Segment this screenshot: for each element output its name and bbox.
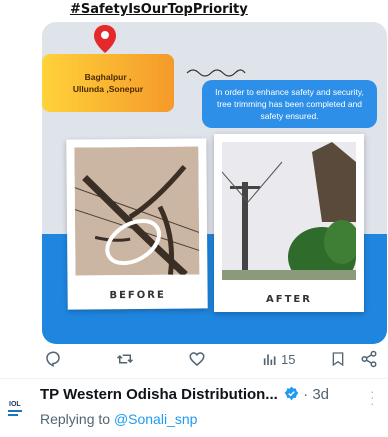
- views-count: 15: [281, 351, 296, 367]
- replying-to-line: Replying to @Sonali_snp: [40, 411, 197, 427]
- reply-icon: [46, 351, 60, 367]
- replying-to-label: Replying to: [40, 411, 111, 427]
- before-photo-image: [74, 146, 200, 276]
- reply-button[interactable]: [44, 347, 62, 371]
- views-chart-icon: [263, 354, 276, 365]
- bookmark-icon: [332, 352, 344, 367]
- time-separator: ·: [303, 386, 309, 403]
- more-options-icon[interactable]: · · ·: [370, 384, 375, 410]
- after-photo: AFTER: [214, 134, 364, 312]
- like-button[interactable]: [188, 347, 206, 371]
- reply-mention-link[interactable]: @Sonali_snp: [114, 411, 198, 427]
- before-photo: BEFORE: [66, 138, 208, 310]
- info-text: In order to enhance safety and security,…: [215, 87, 364, 121]
- bookmark-button[interactable]: [330, 347, 346, 371]
- share-icon: [361, 350, 377, 368]
- next-tweet-header: TP Western Odisha Distribution... · 3d: [40, 386, 329, 403]
- verified-badge-icon: [284, 386, 299, 401]
- location-pin-icon: [94, 25, 116, 53]
- before-caption: BEFORE: [109, 289, 166, 302]
- tweet-time[interactable]: 3d: [312, 386, 329, 403]
- heart-icon: [189, 352, 205, 366]
- wave-decoration: [186, 69, 246, 77]
- after-caption: AFTER: [266, 294, 312, 305]
- post-hashtag[interactable]: #SafetyIsOurTopPriority: [70, 2, 248, 17]
- after-photo-image: [222, 142, 356, 280]
- author-name[interactable]: TP Western Odisha Distribution...: [40, 386, 278, 403]
- retweet-button[interactable]: [115, 347, 135, 371]
- tweet-action-bar: 15: [40, 345, 388, 375]
- tweet-divider: [0, 378, 388, 379]
- views-button[interactable]: 15: [262, 347, 295, 371]
- location-card: Baghalpur , Ullunda ,Sonepur: [42, 54, 174, 112]
- avatar[interactable]: IOL: [2, 392, 30, 422]
- info-card: In order to enhance safety and security,…: [202, 80, 377, 128]
- retweet-icon: [116, 354, 134, 364]
- avatar-logo-text: IOL: [9, 401, 21, 408]
- location-line-1: Baghalpur ,: [84, 72, 132, 82]
- share-button[interactable]: [360, 347, 378, 371]
- location-line-2: Ullunda ,Sonepur: [72, 84, 144, 94]
- post-image[interactable]: Baghalpur , Ullunda ,Sonepur In order to…: [42, 22, 387, 344]
